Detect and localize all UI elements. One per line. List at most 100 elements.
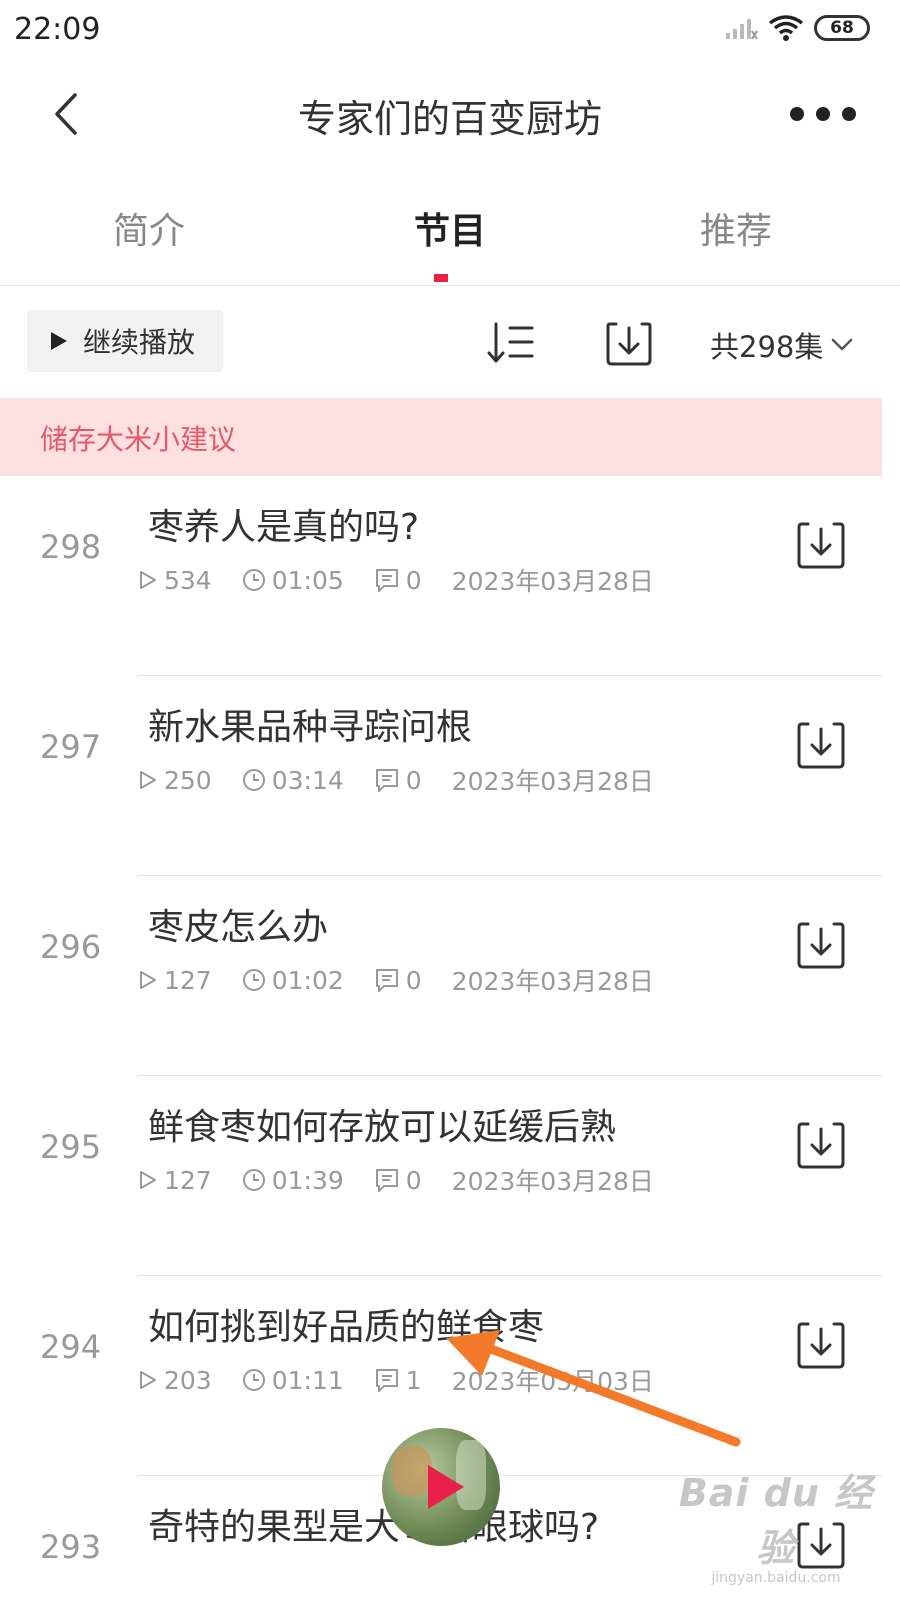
comment-count: 0 [374, 966, 422, 995]
comment-icon [375, 569, 398, 592]
episode-number: 294 [40, 1328, 102, 1366]
more-dot [816, 107, 830, 121]
clock-icon [242, 1369, 265, 1391]
comment-icon [375, 1369, 398, 1392]
sort-icon [487, 322, 534, 363]
episode-meta: 534 01:05 0 2023年03月28日 [138, 562, 684, 598]
more-dot [790, 107, 804, 121]
play-count-icon [140, 1171, 156, 1189]
clock-icon [242, 969, 265, 991]
continue-play-label: 继续播放 [83, 326, 196, 359]
episode-download-button[interactable] [796, 1120, 846, 1170]
publish-date: 2023年03月28日 [451, 967, 654, 996]
status-icons: 68 [724, 14, 870, 42]
comment-icon [375, 1169, 398, 1192]
play-count: 250 [138, 766, 212, 795]
sort-button[interactable] [486, 318, 536, 368]
status-time: 22:09 [14, 12, 101, 47]
tab-bar: 简介 节目 推荐 [0, 180, 900, 286]
play-count-icon [140, 971, 156, 989]
episode-title: 新水果品种寻踪问根 [148, 707, 473, 748]
tab-recommend[interactable]: 推荐 [636, 202, 836, 254]
duration: 01:11 [242, 1366, 344, 1395]
duration: 01:02 [242, 966, 344, 995]
episode-number: 298 [40, 528, 102, 566]
duration: 01:05 [242, 566, 344, 595]
episode-download-button[interactable] [796, 520, 846, 570]
episode-item[interactable]: 297 新水果品种寻踪问根 250 03:14 0 2023年03月28日 [0, 676, 900, 876]
play-count-icon [140, 571, 156, 589]
episode-title: 奇特的果型是大枣引眼球吗? [148, 1507, 600, 1548]
continue-play-button[interactable]: 继续播放 [27, 310, 223, 372]
tab-episodes[interactable]: 节目 [350, 202, 550, 254]
now-playing-banner[interactable]: 储存大米小建议 [0, 398, 882, 476]
play-count-icon [140, 771, 156, 789]
more-dot [842, 107, 856, 121]
comment-icon [375, 969, 398, 992]
battery-icon: 68 [814, 15, 870, 41]
download-icon [797, 1122, 845, 1169]
episode-download-button[interactable] [796, 920, 846, 970]
comment-count: 0 [374, 1166, 422, 1195]
episode-meta: 250 03:14 0 2023年03月28日 [138, 762, 684, 798]
page-title: 专家们的百变厨坊 [297, 97, 602, 141]
episode-download-button[interactable] [796, 1320, 846, 1370]
episode-title: 枣皮怎么办 [148, 907, 329, 948]
play-count: 203 [138, 1366, 212, 1395]
episode-meta: 127 01:02 0 2023年03月28日 [138, 962, 684, 998]
episode-number: 297 [40, 728, 102, 766]
duration: 03:14 [242, 766, 344, 795]
publish-date: 2023年03月28日 [451, 767, 654, 796]
wifi-icon [768, 15, 804, 41]
tab-intro[interactable]: 简介 [49, 202, 249, 254]
episode-meta: 203 01:11 1 2023年03月03日 [138, 1362, 684, 1398]
watermark: Bai du 经验 jingyan.baidu.com [676, 1462, 876, 1586]
tab-active-indicator [434, 274, 448, 282]
episode-title: 如何挑到好品质的鲜食枣 [148, 1307, 545, 1348]
clock-icon [242, 569, 265, 591]
floating-player[interactable] [382, 1428, 500, 1546]
episode-number: 296 [40, 928, 102, 966]
play-icon [428, 1465, 464, 1509]
episode-download-button[interactable] [796, 720, 846, 770]
clock-icon [242, 769, 265, 791]
clock-icon [242, 1169, 265, 1191]
chevron-down-icon [832, 338, 853, 351]
download-icon [797, 922, 845, 969]
publish-date: 2023年03月28日 [451, 1167, 654, 1196]
comment-icon [375, 769, 398, 792]
signal-icon [726, 19, 758, 40]
nav-bar: 专家们的百变厨坊 [0, 64, 900, 174]
download-all-button[interactable] [604, 318, 654, 368]
download-icon [797, 1322, 845, 1369]
now-playing-title: 储存大米小建议 [40, 423, 237, 456]
download-icon [606, 322, 652, 366]
comment-count: 0 [374, 566, 422, 595]
episode-count-dropdown[interactable]: 共298集 [710, 324, 853, 366]
watermark-logo: Bai du 经验 [678, 1471, 874, 1570]
episode-number: 295 [40, 1128, 102, 1166]
publish-date: 2023年03月28日 [451, 567, 654, 596]
comment-count: 1 [374, 1366, 422, 1395]
play-count: 127 [138, 1166, 212, 1195]
play-count: 127 [138, 966, 212, 995]
episode-item[interactable]: 298 枣养人是真的吗? 534 01:05 0 2023年03月28日 [0, 476, 900, 676]
status-bar: 22:09 68 [0, 0, 900, 64]
episode-toolbar: 继续播放 共298集 [0, 296, 900, 392]
episode-item[interactable]: 296 枣皮怎么办 127 01:02 0 2023年03月28日 [0, 876, 900, 1076]
duration: 01:39 [242, 1166, 344, 1195]
episode-item[interactable]: 295 鲜食枣如何存放可以延缓后熟 127 01:39 0 2023年03月28… [0, 1076, 900, 1276]
episode-title: 枣养人是真的吗? [148, 507, 420, 548]
episode-count-label: 共298集 [710, 330, 824, 364]
play-count-icon [140, 1371, 156, 1389]
watermark-url: jingyan.baidu.com [711, 1570, 841, 1586]
play-count: 534 [138, 566, 212, 595]
comment-count: 0 [374, 766, 422, 795]
download-icon [797, 522, 845, 569]
episode-title: 鲜食枣如何存放可以延缓后熟 [148, 1107, 617, 1148]
episode-number: 293 [40, 1528, 102, 1566]
play-icon [51, 332, 67, 350]
download-icon [797, 722, 845, 769]
more-button[interactable] [790, 94, 856, 134]
publish-date: 2023年03月03日 [451, 1367, 654, 1396]
